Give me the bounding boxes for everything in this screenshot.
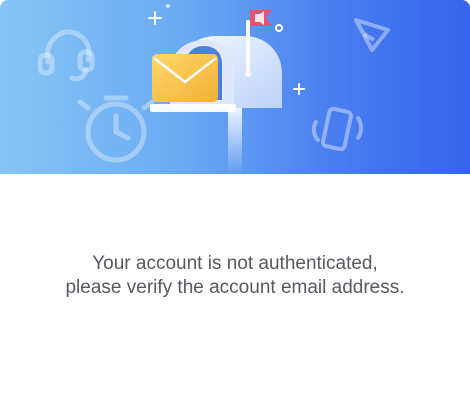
message-line-1: Your account is not authenticated, — [92, 253, 378, 274]
message-line-2: please verify the account email address. — [65, 277, 405, 298]
circle-icon — [275, 24, 283, 32]
auth-message: Your account is not authenticated, pleas… — [0, 252, 470, 300]
send-icon — [354, 18, 390, 52]
banner-illustration — [37, 4, 390, 174]
mailbox-post — [228, 108, 242, 174]
verify-email-dialog: Your account is not authenticated, pleas… — [0, 0, 470, 400]
headset-icon — [37, 29, 95, 82]
header-banner — [0, 0, 470, 174]
phone-ringing-icon — [311, 106, 363, 152]
stopwatch-icon — [77, 95, 155, 163]
envelope-icon — [152, 54, 218, 102]
